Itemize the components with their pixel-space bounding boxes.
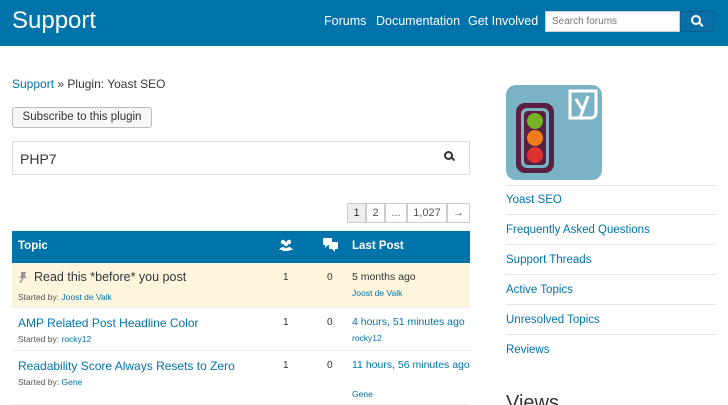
- topic-author-link[interactable]: rocky12: [61, 334, 91, 344]
- topic-title-link[interactable]: Readability Score Always Resets to Zero: [18, 359, 235, 373]
- nav-get-involved[interactable]: Get Involved: [468, 14, 538, 28]
- voices-icon: [279, 239, 293, 254]
- breadcrumb: Support » Plugin: Yoast SEO: [12, 77, 165, 91]
- replies-icon: [323, 238, 339, 255]
- site-title[interactable]: Support: [12, 7, 96, 35]
- voice-count: 1: [283, 360, 289, 371]
- topic-starter: Started by: Joost de Valk: [18, 292, 112, 302]
- table-row: Readability Score Always Resets to Zero …: [12, 351, 470, 405]
- breadcrumb-current: Plugin: Yoast SEO: [67, 77, 166, 91]
- breadcrumb-support-link[interactable]: Support: [12, 77, 54, 91]
- voice-count: 1: [283, 317, 289, 328]
- last-post-author-link[interactable]: rocky12: [352, 333, 382, 343]
- topic-starter: Started by: Gene: [18, 377, 82, 387]
- divider: [506, 244, 716, 245]
- forum-search-input[interactable]: PHP7: [12, 141, 470, 175]
- topic-author-link[interactable]: Gene: [61, 377, 82, 387]
- sidebar-link-unresolved-topics[interactable]: Unresolved Topics: [506, 314, 600, 326]
- last-post-time[interactable]: 4 hours, 51 minutes ago: [352, 315, 470, 329]
- topic-starter: Started by: rocky12: [18, 334, 91, 344]
- search-icon: [691, 15, 701, 25]
- nav-forums[interactable]: Forums: [324, 14, 366, 28]
- voice-count: 1: [283, 272, 289, 283]
- reply-count: 0: [327, 360, 333, 371]
- sidebar-link-yoast-seo[interactable]: Yoast SEO: [506, 194, 562, 206]
- reply-count: 0: [327, 272, 333, 283]
- page-2[interactable]: 2: [366, 203, 385, 223]
- table-row: AMP Related Post Headline Color Started …: [12, 308, 470, 351]
- page-ellipsis: ...: [385, 203, 407, 223]
- last-post-column-header: Last Post: [352, 240, 404, 252]
- last-post-time[interactable]: 5 months ago: [352, 270, 470, 284]
- started-by-label: Started by:: [18, 377, 60, 387]
- last-post-author-link[interactable]: Gene: [352, 389, 373, 399]
- table-row: Read this *before* you post Started by: …: [12, 263, 470, 308]
- sidebar-link-reviews[interactable]: Reviews: [506, 344, 549, 356]
- pin-icon: [18, 271, 28, 286]
- topic-author-link[interactable]: Joost de Valk: [61, 292, 111, 302]
- subscribe-button[interactable]: Subscribe to this plugin: [12, 107, 152, 128]
- divider: [506, 185, 716, 186]
- views-heading: Views: [506, 392, 559, 405]
- sidebar-link-active-topics[interactable]: Active Topics: [506, 284, 573, 296]
- divider: [506, 274, 716, 275]
- started-by-label: Started by:: [18, 292, 60, 302]
- last-post-time[interactable]: 11 hours, 56 minutes ago: [352, 358, 470, 372]
- search-icon[interactable]: [444, 151, 453, 160]
- reply-count: 0: [327, 317, 333, 328]
- topic-title-link[interactable]: Read this *before* you post: [34, 270, 186, 284]
- page-1[interactable]: 1: [347, 203, 366, 223]
- nav-documentation[interactable]: Documentation: [376, 14, 460, 28]
- divider: [506, 214, 716, 215]
- divider: [506, 334, 716, 335]
- breadcrumb-separator: »: [57, 77, 65, 91]
- next-page-button[interactable]: →: [447, 203, 470, 223]
- divider: [506, 304, 716, 305]
- started-by-label: Started by:: [18, 334, 60, 344]
- plugin-logo: [506, 85, 602, 180]
- header-search-button[interactable]: [680, 11, 714, 32]
- sidebar-link-faq[interactable]: Frequently Asked Questions: [506, 224, 650, 236]
- site-header: Support Forums Documentation Get Involve…: [0, 0, 728, 46]
- topic-column-header: Topic: [18, 240, 48, 252]
- topic-table-header: Topic Last Post: [12, 231, 470, 263]
- header-search-input[interactable]: Search forums: [545, 11, 680, 32]
- page-last[interactable]: 1,027: [407, 203, 447, 223]
- last-post-author-link[interactable]: Joost de Valk: [352, 288, 402, 298]
- topic-title-link[interactable]: AMP Related Post Headline Color: [18, 316, 199, 330]
- sidebar-link-support-threads[interactable]: Support Threads: [506, 254, 591, 266]
